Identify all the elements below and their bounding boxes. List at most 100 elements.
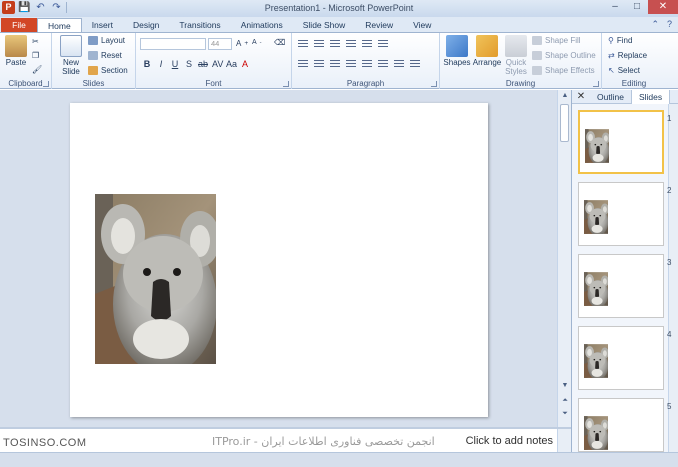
underline-icon[interactable]: U [170, 59, 180, 69]
panel-scrollbar[interactable] [668, 104, 678, 452]
strikethrough-icon[interactable]: ab [198, 59, 208, 69]
shape-fill-button[interactable]: Shape Fill [532, 36, 581, 45]
font-color-icon[interactable]: A [240, 59, 250, 69]
close-panel-icon[interactable]: ✕ [572, 91, 590, 102]
change-case-icon[interactable]: Aa [226, 59, 237, 69]
shape-outline-icon [532, 51, 542, 60]
shape-outline-label: Shape Outline [545, 51, 596, 60]
previous-slide-icon[interactable]: ⏶ [558, 395, 572, 406]
window-controls: – □ ✕ [604, 0, 678, 14]
slide-number: 4 [667, 330, 672, 339]
maximize-button[interactable]: □ [626, 0, 648, 14]
smartart-icon[interactable] [410, 60, 420, 68]
numbering-icon[interactable] [314, 40, 324, 48]
tab-animations[interactable]: Animations [231, 18, 293, 32]
next-slide-icon[interactable]: ⏷ [558, 408, 572, 419]
justify-icon[interactable] [346, 60, 356, 68]
scroll-down-icon[interactable]: ▼ [558, 380, 572, 391]
slide-thumbnail-5[interactable] [578, 398, 664, 452]
slide-thumbnail-2[interactable] [578, 182, 664, 246]
format-painter-icon[interactable]: 🖌 [32, 65, 42, 74]
tab-outline[interactable]: Outline [590, 90, 631, 104]
reset-button[interactable]: Reset [88, 51, 122, 60]
tab-home[interactable]: Home [37, 18, 82, 32]
shape-effects-button[interactable]: Shape Effects [532, 66, 595, 75]
find-icon: ⚲ [608, 36, 614, 45]
shape-outline-button[interactable]: Shape Outline [532, 51, 596, 60]
slide-number: 1 [667, 114, 672, 123]
bullets-icon[interactable] [298, 40, 308, 48]
layout-button[interactable]: Layout [88, 36, 125, 45]
help-icon[interactable]: ? [667, 19, 672, 30]
koala-picture[interactable] [95, 194, 216, 364]
ribbon-help-area: ⌃ ? [651, 19, 672, 30]
tab-file[interactable]: File [1, 18, 37, 32]
grow-font-icon[interactable]: A + [236, 39, 248, 48]
new-slide-button[interactable]: New Slide [56, 35, 86, 76]
font-name-field[interactable] [140, 38, 206, 50]
paste-button[interactable]: Paste [3, 35, 29, 67]
decrease-indent-icon[interactable] [330, 40, 340, 48]
font-launcher-icon[interactable] [283, 81, 289, 87]
replace-button[interactable]: ⇄ Replace [608, 51, 647, 60]
new-slide-label: New Slide [62, 58, 80, 76]
copy-icon[interactable]: ❐ [32, 51, 39, 60]
font-size-field[interactable]: 44 [208, 38, 232, 50]
close-button[interactable]: ✕ [648, 0, 678, 14]
shadow-icon[interactable]: S [184, 59, 194, 69]
notes-placeholder[interactable]: Click to add notes [466, 435, 553, 447]
shrink-font-icon[interactable]: A- [252, 39, 262, 46]
increase-indent-icon[interactable] [346, 40, 356, 48]
layout-icon [88, 36, 98, 45]
columns-icon[interactable] [362, 60, 372, 68]
minimize-ribbon-icon[interactable]: ⌃ [651, 19, 659, 30]
notes-pane[interactable]: TOSINSO.COM ITPro.ir - انجمن تخصصی فناور… [0, 427, 571, 452]
find-button[interactable]: ⚲ Find [608, 36, 632, 45]
bold-icon[interactable]: B [142, 59, 152, 69]
tab-slides[interactable]: Slides [630, 89, 671, 104]
scroll-up-icon[interactable]: ▲ [558, 90, 572, 101]
section-button[interactable]: Section [88, 66, 128, 75]
clipboard-launcher-icon[interactable] [43, 81, 49, 87]
paragraph-launcher-icon[interactable] [431, 81, 437, 87]
watermark-brand: TOSINSO.COM [3, 437, 87, 449]
slide-number: 3 [667, 258, 672, 267]
tab-view[interactable]: View [403, 18, 441, 32]
clear-formatting-icon[interactable]: ⌫ [274, 38, 285, 47]
line-spacing-icon[interactable] [362, 40, 372, 48]
ribbon: Paste ✂ ❐ 🖌 Clipboard New Slide Layout R… [0, 32, 678, 89]
slide-thumbnail-3[interactable] [578, 254, 664, 318]
arrange-button[interactable]: Arrange [472, 35, 502, 67]
slide-canvas[interactable] [70, 103, 488, 417]
quick-styles-button[interactable]: Quick Styles [502, 35, 530, 76]
notes-scrollbar[interactable] [557, 429, 571, 452]
slide-thumbnail-4[interactable] [578, 326, 664, 390]
drawing-launcher-icon[interactable] [593, 81, 599, 87]
thumbnail-koala-image [585, 129, 609, 163]
character-spacing-icon[interactable]: AV [212, 59, 223, 69]
tab-review[interactable]: Review [355, 18, 403, 32]
select-label: Select [617, 66, 640, 75]
slide-vertical-scrollbar[interactable]: ▲ ▼ ⏶ ⏷ [557, 90, 571, 427]
align-left-icon[interactable] [298, 60, 308, 68]
ltr-icon[interactable] [394, 60, 404, 68]
cut-icon[interactable]: ✂ [32, 37, 39, 46]
select-button[interactable]: ↖ Select [608, 66, 640, 75]
italic-icon[interactable]: I [156, 59, 166, 69]
align-center-icon[interactable] [314, 60, 324, 68]
shapes-label: Shapes [443, 58, 471, 67]
text-direction-icon[interactable] [378, 40, 388, 48]
tab-transitions[interactable]: Transitions [169, 18, 230, 32]
rtl-icon[interactable] [378, 60, 388, 68]
layout-label: Layout [101, 36, 126, 45]
shapes-button[interactable]: Shapes [443, 35, 471, 67]
slide-thumbnail-1[interactable] [578, 110, 664, 174]
tab-slide-show[interactable]: Slide Show [293, 18, 356, 32]
align-right-icon[interactable] [330, 60, 340, 68]
slide-number: 5 [667, 402, 672, 411]
minimize-button[interactable]: – [604, 0, 626, 14]
scroll-thumb[interactable] [560, 104, 569, 142]
tab-insert[interactable]: Insert [82, 18, 123, 32]
paste-label: Paste [5, 58, 27, 67]
tab-design[interactable]: Design [123, 18, 169, 32]
